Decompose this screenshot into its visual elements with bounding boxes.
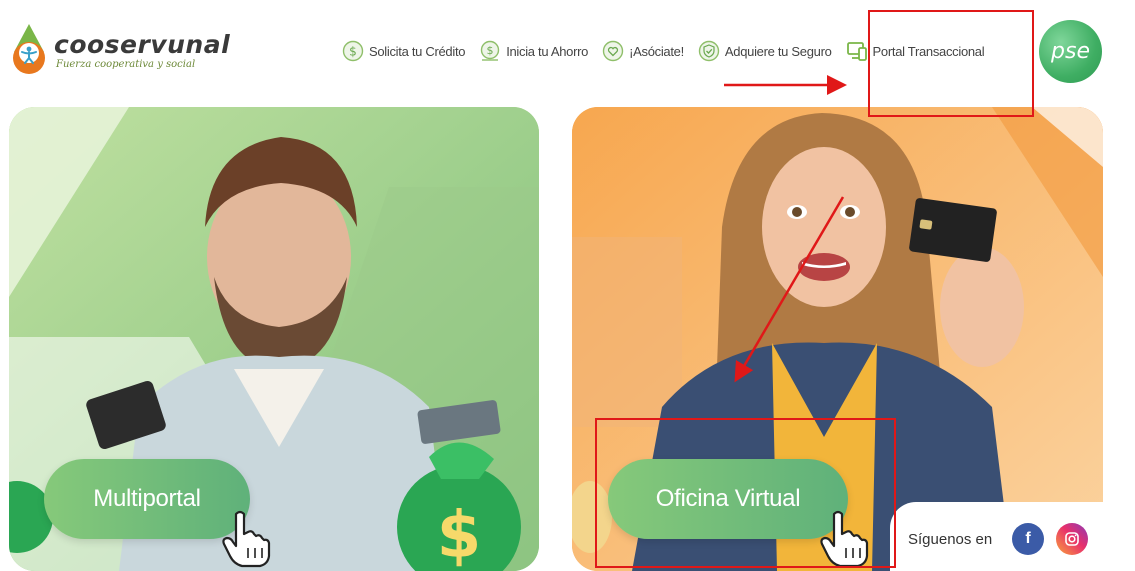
brand-tagline: Fuerza cooperativa y social	[56, 59, 196, 70]
instagram-icon[interactable]	[1056, 523, 1088, 555]
main-nav: $ Solicita tu Crédito $ Inicia tu Ahorro…	[342, 36, 998, 66]
nav-adquiere-seguro[interactable]: Adquiere tu Seguro	[698, 40, 832, 62]
heart-circle-icon	[602, 40, 624, 62]
cooservunal-logo-icon	[13, 24, 45, 74]
svg-text:$: $	[349, 45, 357, 59]
nav-portal-transaccional[interactable]: Portal Transaccional	[846, 40, 985, 62]
nav-solicita-credito[interactable]: $ Solicita tu Crédito	[342, 40, 465, 62]
multiportal-label: Multiportal	[93, 485, 201, 512]
oficina-virtual-label: Oficina Virtual	[655, 485, 801, 512]
svg-text:$: $	[437, 499, 482, 571]
devices-icon	[846, 42, 867, 61]
instagram-glyph	[1065, 532, 1079, 546]
savings-coin-icon: $	[480, 40, 500, 61]
social-label: Síguenos en	[908, 531, 993, 548]
nav-asociate[interactable]: ¡Asóciate!	[602, 40, 684, 62]
dollar-circle-icon: $	[342, 40, 364, 62]
oficina-virtual-button[interactable]: Oficina Virtual	[608, 459, 848, 539]
nav-label: Inicia tu Ahorro	[506, 43, 589, 59]
nav-label: ¡Asóciate!	[629, 43, 684, 59]
brand-logo[interactable]: cooservunal Fuerza cooperativa y social	[8, 22, 230, 78]
nav-label: Portal Transaccional	[872, 43, 985, 59]
nav-label: Adquiere tu Seguro	[724, 43, 832, 59]
facebook-icon[interactable]: f	[1012, 523, 1044, 555]
shield-check-icon	[698, 40, 720, 62]
nav-label: Solicita tu Crédito	[369, 43, 466, 59]
brand-name: cooservunal	[54, 30, 231, 59]
nav-inicia-ahorro[interactable]: $ Inicia tu Ahorro	[479, 40, 588, 62]
pse-button[interactable]: pse	[1039, 20, 1102, 83]
multiportal-button[interactable]: Multiportal	[44, 459, 250, 539]
social-links: Síguenos en f	[890, 502, 1110, 571]
svg-text:$: $	[487, 44, 494, 57]
facebook-glyph: f	[1025, 530, 1031, 547]
pse-label: pse	[1051, 39, 1090, 64]
